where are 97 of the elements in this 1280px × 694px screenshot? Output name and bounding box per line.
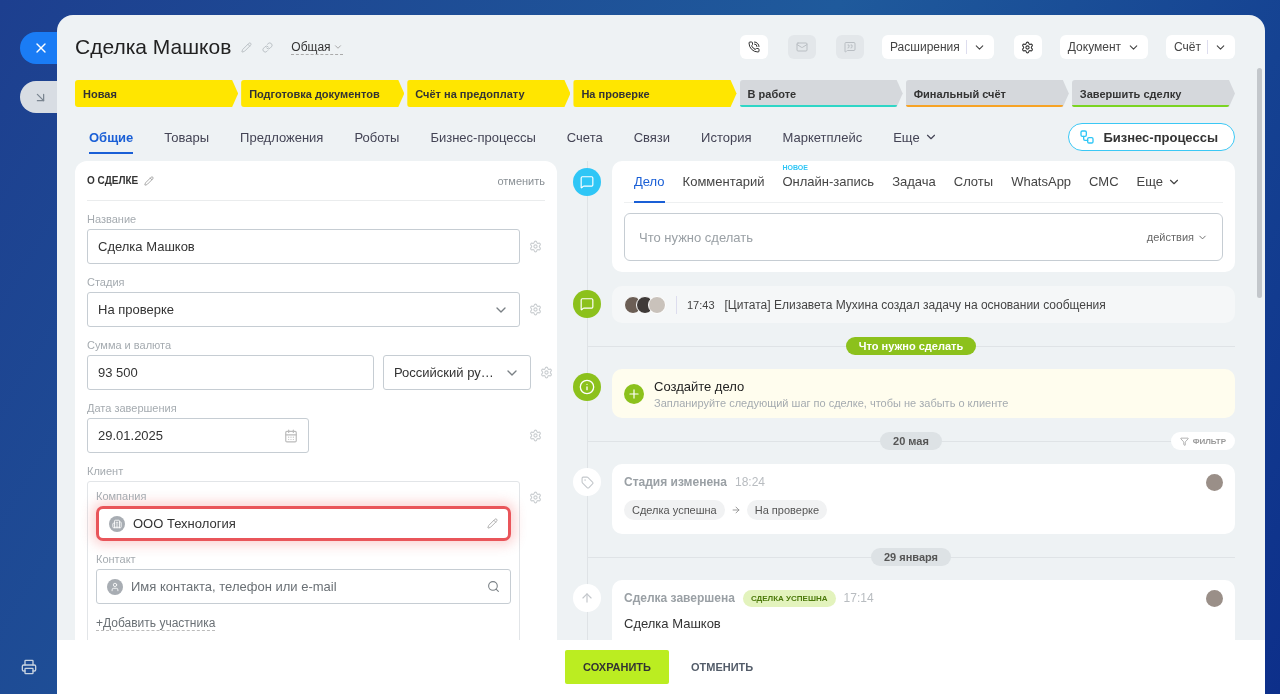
category-dropdown[interactable]: Общая <box>291 39 343 55</box>
status-badge: СДЕЛКА УСПЕШНА <box>742 589 836 607</box>
more-tab[interactable]: Еще <box>1136 161 1182 203</box>
tab[interactable]: Связи <box>633 120 671 154</box>
field-label: Дата завершения <box>87 402 178 414</box>
info-title: Создайте дело <box>654 378 746 394</box>
tab[interactable]: Товары <box>164 120 210 154</box>
entry-title: Сделка завершена <box>624 591 735 605</box>
calendar-icon <box>284 428 298 443</box>
stage-step[interactable]: Финальный счёт <box>905 80 1069 107</box>
tag-icon <box>573 468 601 496</box>
stage-chip: На проверке <box>746 500 828 520</box>
add-participant-link[interactable]: +Добавить участника <box>96 616 216 631</box>
user-icon <box>107 578 123 595</box>
tab[interactable]: Бизнес-процессы <box>430 120 536 154</box>
company-field[interactable]: ООО Технология <box>96 506 511 541</box>
pencil-icon <box>144 175 155 186</box>
field-value: На проверке <box>98 302 175 317</box>
composer-tab[interactable]: Задача <box>892 161 936 203</box>
phone-icon[interactable] <box>740 35 768 59</box>
composer-tab[interactable]: Комментарий <box>682 161 765 203</box>
field-label: Стадия <box>87 276 126 288</box>
name-field[interactable]: Сделка Машков <box>87 229 520 264</box>
field-value: 93 500 <box>98 365 139 380</box>
workflow-icon <box>1079 129 1096 145</box>
filter-icon <box>1179 436 1189 446</box>
tab[interactable]: Предложения <box>240 120 324 154</box>
extensions-button[interactable]: Расширения <box>882 35 994 59</box>
chat-icon <box>573 168 601 196</box>
currency-select[interactable]: Российский ру… <box>383 355 531 390</box>
composer-tab[interactable]: СМС <box>1089 161 1119 203</box>
pencil-icon <box>487 518 498 529</box>
invoice-button[interactable]: Счёт <box>1166 35 1235 59</box>
avatar <box>1206 473 1223 491</box>
more-tab[interactable]: Еще <box>893 120 938 154</box>
stage-step[interactable]: На проверке <box>573 80 737 107</box>
field-value: 29.01.2025 <box>98 428 165 443</box>
field-label: Контакт <box>96 553 137 565</box>
stage-step[interactable]: Завершить сделку <box>1071 80 1235 107</box>
info-icon <box>573 373 601 401</box>
link-icon <box>262 41 274 53</box>
deal-title: Сделка Машков <box>75 35 232 59</box>
arrow-right-icon <box>730 505 741 515</box>
avatar <box>1206 589 1223 607</box>
entry-text: [Цитата] Елизавета Мухина создал задачу на основании сообщения <box>724 297 1106 312</box>
document-button[interactable]: Документ <box>1059 35 1149 59</box>
stage-step[interactable]: Счёт на предоплату <box>407 80 571 107</box>
gear-icon <box>529 429 542 442</box>
tab[interactable]: История <box>701 120 752 154</box>
settings-icon[interactable] <box>1013 35 1042 59</box>
date-field[interactable]: 29.01.2025 <box>87 418 309 453</box>
actions-dropdown[interactable]: действия <box>1146 231 1208 243</box>
date-label: 29 января <box>870 548 952 566</box>
stage-select[interactable]: На проверке <box>87 292 520 327</box>
gear-icon <box>529 491 542 504</box>
collapse-button[interactable] <box>20 81 57 113</box>
contact-field[interactable]: Имя контакта, телефон или e-mail <box>96 569 511 604</box>
entry-title: Стадия изменена <box>624 475 727 489</box>
field-value: Сделка Машков <box>98 239 196 254</box>
card-title: О СДЕЛКЕ <box>87 175 139 186</box>
composer-tab[interactable]: Дело <box>634 161 665 203</box>
info-text: Запланируйте следующий шаг по сделке, чтобы не забыть о клиенте <box>654 396 1009 409</box>
stage-step[interactable]: Новая <box>75 80 239 107</box>
tab[interactable]: Счета <box>566 120 603 154</box>
gear-icon <box>529 240 542 253</box>
entry-time: 17:14 <box>843 591 874 605</box>
field-label: Компания <box>96 490 148 502</box>
business-process-button[interactable]: Бизнес-процессы <box>1068 123 1235 151</box>
avatar <box>648 295 666 314</box>
gear-icon <box>540 366 553 379</box>
search-icon <box>487 580 500 593</box>
tab[interactable]: Маркетплейс <box>782 120 863 154</box>
stage-step[interactable]: В работе <box>739 80 903 107</box>
arrow-up-icon <box>573 584 601 612</box>
todo-input[interactable]: Что нужно сделать действия <box>624 213 1223 261</box>
tab[interactable]: Общие <box>89 120 134 154</box>
close-button[interactable] <box>20 32 57 64</box>
company-icon <box>109 515 125 532</box>
save-button[interactable]: СОХРАНИТЬ <box>565 650 669 684</box>
composer-tab[interactable]: WhatsApp <box>1011 161 1072 203</box>
entry-text: Сделка Машков <box>624 616 722 633</box>
cancel-button[interactable]: ОТМЕНИТЬ <box>684 660 760 674</box>
stage-chip: Сделка успешна <box>624 500 725 520</box>
date-label: 20 мая <box>880 432 942 450</box>
field-label: Клиент <box>87 465 125 477</box>
composer-tab[interactable]: Слоты <box>953 161 994 203</box>
section-label: Что нужно сделать <box>845 337 977 355</box>
amount-field[interactable]: 93 500 <box>87 355 374 390</box>
entry-time: 18:24 <box>735 475 765 489</box>
entry-time: 17:43 <box>687 298 715 311</box>
gear-icon <box>529 303 542 316</box>
field-label: Сумма и валюта <box>87 339 173 351</box>
field-label: Название <box>87 213 138 225</box>
tab[interactable]: Роботы <box>354 120 400 154</box>
pencil-icon <box>241 41 253 53</box>
chat-icon <box>573 290 601 318</box>
stage-step[interactable]: Подготовка документов <box>241 80 405 107</box>
